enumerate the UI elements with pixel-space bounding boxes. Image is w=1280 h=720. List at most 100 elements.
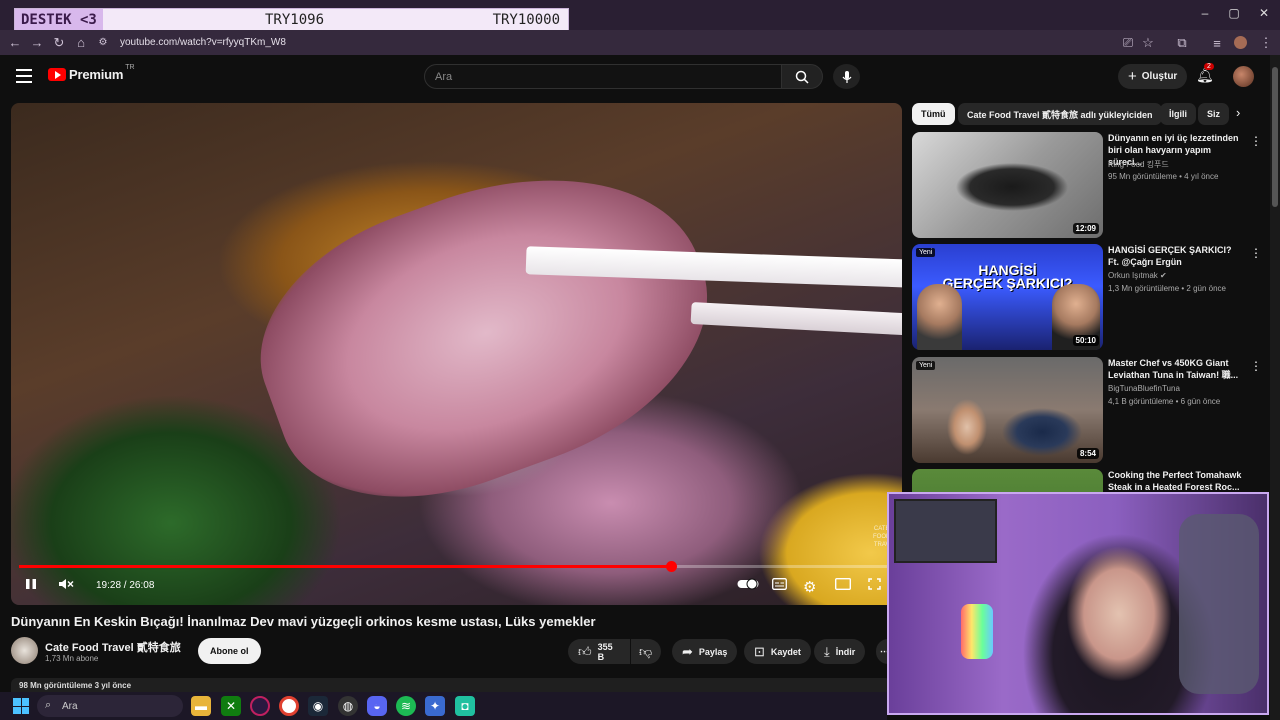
settings-button[interactable]: ⚙ [803,578,816,596]
recommendation-item[interactable]: Yeni 8:54 Master Chef vs 450KG Giant Lev… [912,357,1262,465]
more-vert-icon[interactable]: ⋮ [1250,134,1262,148]
url-field[interactable]: youtube.com/watch?v=rfyyqTKm_W8 [120,37,286,48]
obs-icon[interactable]: ◍ [338,696,358,716]
chrome-icon[interactable] [279,696,299,716]
app-icon[interactable]: ◘ [455,696,475,716]
bookmark-star-icon[interactable]: ☆ [1137,32,1159,54]
thumbs-down-icon: 👎︎ [639,643,653,659]
voice-search-button[interactable] [833,64,860,89]
recommendation-item[interactable]: HANGİSİ GERÇEK ŞARKICI? Yeni 50:10 HANGİ… [912,244,1262,352]
profile-avatar[interactable] [1234,36,1247,49]
forward-icon[interactable]: → [26,32,48,54]
share-label: Paylaş [698,646,728,657]
taskbar-search[interactable]: ⌕ Ara [37,695,183,717]
hamburger-menu-icon[interactable] [16,69,32,83]
donation-goal: TRY10000 [492,12,560,28]
spotify-icon[interactable]: ≋ [396,696,416,716]
mute-button[interactable] [58,578,74,593]
home-icon[interactable]: ⌂ [70,32,92,54]
download-button[interactable]: ⤓ İndir [814,639,866,664]
subtitles-button[interactable] [772,578,787,593]
video-title[interactable]: Master Chef vs 450KG Giant Leviathan Tun… [1108,357,1244,381]
autoplay-toggle[interactable] [737,578,759,593]
xbox-icon[interactable]: ✕ [221,696,241,716]
verified-icon: ✔ [173,640,181,650]
channel-avatar[interactable] [11,637,38,664]
back-icon[interactable]: ← [4,32,26,54]
search-button[interactable] [781,64,823,89]
account-avatar[interactable] [1233,66,1254,87]
scrollbar-thumb[interactable] [1272,67,1278,207]
video-duration: 8:54 [1076,448,1099,459]
pause-icon [26,579,36,589]
chip-all[interactable]: Tümü [912,103,955,125]
cast-icon[interactable]: ⎚ [1117,32,1139,54]
fullscreen-button[interactable] [868,578,881,593]
address-bar: ← → ↻ ⌂ ⚙ youtube.com/watch?v=rfyyqTKm_W… [0,30,1280,55]
video-thumbnail[interactable]: 12:09 [912,132,1103,238]
app-ring-icon[interactable] [250,696,270,716]
youtube-header: Premium TR Ara + Oluştur 🔔︎ 2 [0,55,1270,100]
video-thumbnail[interactable]: Yeni 8:54 [912,357,1103,463]
youtube-logo[interactable]: Premium TR [48,64,135,82]
video-description-views[interactable]: 98 Mn görüntüleme 3 yıl önce [11,678,891,692]
donation-label: DESTEK <3 [15,9,103,31]
channel-name[interactable]: Cate Food Travel 貳特食旅 [45,639,181,655]
video-meta: 1,3 Mn görüntüleme • 2 gün önce [1108,284,1226,293]
thumbs-up-icon: 👍︎ [578,643,592,659]
progress-bar[interactable] [19,561,894,572]
channel-name[interactable]: Orkun Işıtmak ✔ [1108,271,1167,280]
dislike-button[interactable]: 👎︎ [631,639,661,664]
more-vert-icon[interactable]: ⋮ [1250,246,1262,260]
page-scrollbar[interactable] [1270,55,1280,720]
filter-chips: Tümü Cate Food Travel 貳特食旅 adlı yükleyic… [912,103,1252,125]
video-player[interactable]: CATE FOOD TRAV 19:28 / 26:08 ⚙ [11,103,902,605]
create-label: Oluştur [1141,71,1178,82]
steam-icon[interactable]: ◉ [308,696,328,716]
taskbar-search-placeholder: Ara [62,700,78,712]
more-vert-icon[interactable]: ⋮ [1250,359,1262,373]
discord-icon[interactable]: ◒ [367,696,387,716]
channel-name[interactable]: BigTunaBluefinTuna [1108,384,1180,393]
windows-start-icon[interactable] [13,698,29,714]
create-button[interactable]: + Oluştur [1118,64,1188,89]
recommendation-item[interactable]: 12:09 Dünyanın en iyi üç lezzetinden bir… [912,132,1262,240]
close-icon[interactable]: ✕ [1254,6,1274,20]
file-explorer-icon[interactable]: ▬ [191,696,211,716]
share-button[interactable]: ➦ Paylaş [672,639,738,664]
browser-menu-icon[interactable]: ⋮ [1255,32,1277,54]
video-duration: 12:09 [1072,223,1099,234]
subscribe-button[interactable]: Abone ol [198,638,261,664]
site-info-icon[interactable]: ⚙ [92,32,114,54]
progress-fill [19,565,671,568]
video-title: Dünyanın En Keskin Bıçağı! İnanılmaz Dev… [11,614,596,629]
chevron-right-icon[interactable]: › [1236,105,1240,120]
extensions-icon[interactable]: ⧉ [1171,32,1193,54]
app-icon[interactable]: ✦ [425,696,445,716]
notifications-button[interactable]: 🔔︎ 2 [1196,63,1214,84]
media-icon[interactable]: ≡ [1206,32,1228,54]
maximize-icon[interactable]: ▢ [1224,6,1244,20]
channel-name[interactable]: King Food 킹푸드 [1108,159,1169,170]
video-title[interactable]: HANGİSİ GERÇEK ŞARKICI? Ft. @Çağrı Ergün [1108,244,1244,268]
chip-for-you[interactable]: Siz [1198,103,1230,125]
webcam-overlay [887,492,1269,715]
chip-related[interactable]: İlgili [1160,103,1196,125]
video-title[interactable]: Cooking the Perfect Tomahawk Steak in a … [1108,469,1244,493]
fullscreen-icon [868,578,881,590]
video-meta: 95 Mn görüntüleme • 4 yıl önce [1108,172,1219,181]
new-badge: Yeni [916,248,936,257]
minimize-icon[interactable]: – [1195,6,1215,20]
save-button[interactable]: ⊡ Kaydet [744,639,811,664]
theater-mode-button[interactable] [834,577,852,593]
plus-icon: + [1128,68,1137,85]
reload-icon[interactable]: ↻ [48,32,70,54]
video-thumbnail[interactable]: HANGİSİ GERÇEK ŞARKICI? Yeni 50:10 [912,244,1103,350]
chip-uploader[interactable]: Cate Food Travel 貳特食旅 adlı yükleyiciden [958,103,1162,125]
like-button[interactable]: 👍︎ 355 B [568,639,630,664]
search-input[interactable]: Ara [424,64,782,89]
progress-scrubber[interactable] [665,561,677,572]
video-meta: 4,1 B görüntüleme • 6 gün önce [1108,397,1221,406]
pause-button[interactable] [25,578,37,593]
muted-speaker-icon [59,579,74,589]
